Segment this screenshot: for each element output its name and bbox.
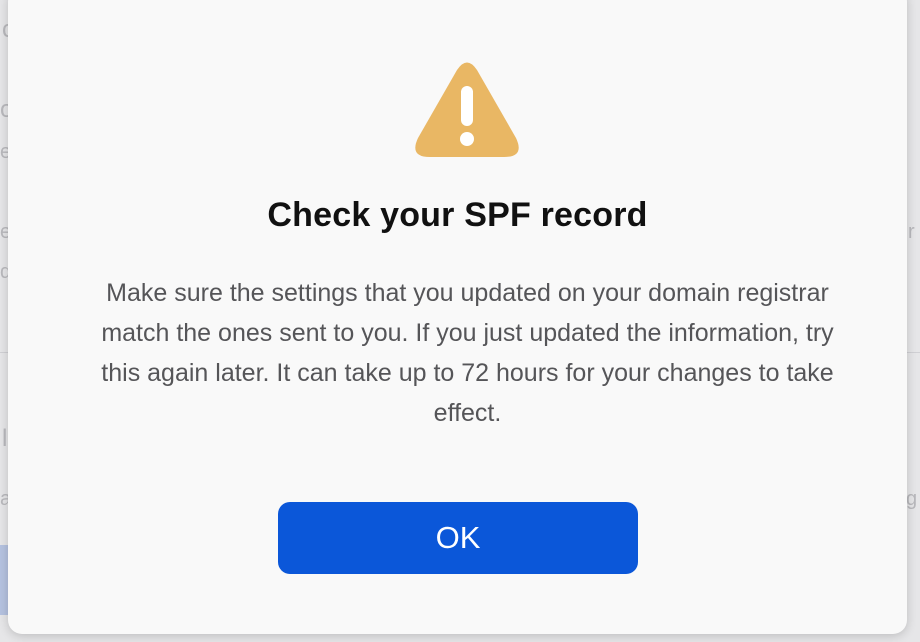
background-text: r <box>908 221 915 243</box>
dialog-message: Make sure the settings that you updated … <box>101 279 834 427</box>
ok-button[interactable]: OK <box>278 502 638 574</box>
warning-triangle-icon <box>415 62 519 157</box>
dialog-title: Check your SPF record <box>267 196 648 234</box>
background-text: l <box>2 425 8 452</box>
background-text: g <box>906 488 918 510</box>
